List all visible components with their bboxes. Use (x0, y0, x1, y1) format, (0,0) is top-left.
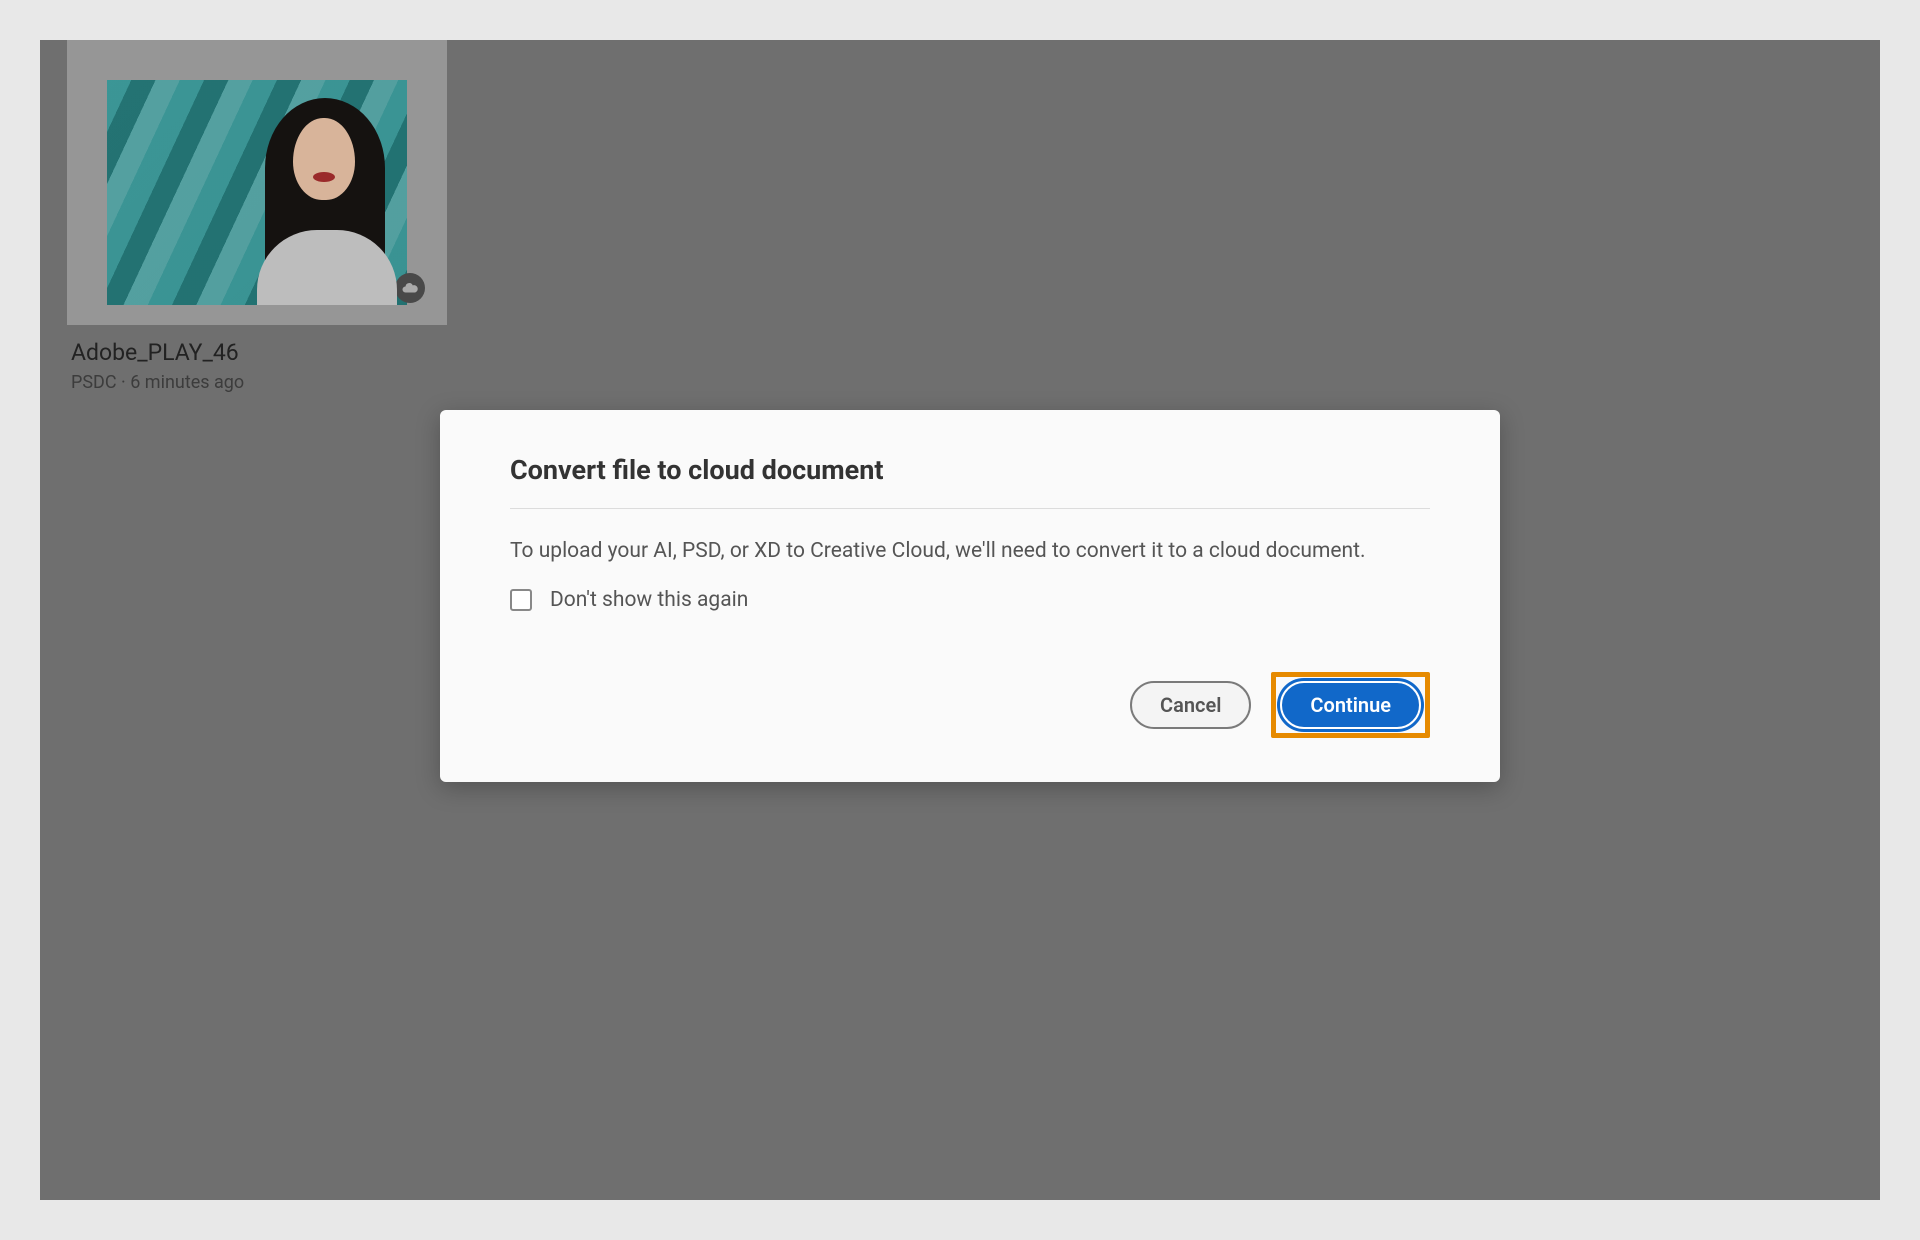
dialog-button-row: Cancel Continue (510, 672, 1430, 738)
dont-show-checkbox[interactable] (510, 589, 532, 611)
dialog-title: Convert file to cloud document (510, 454, 1430, 486)
continue-highlight: Continue (1271, 672, 1430, 738)
convert-dialog: Convert file to cloud document To upload… (440, 410, 1500, 782)
continue-button[interactable]: Continue (1280, 681, 1421, 729)
dont-show-label[interactable]: Don't show this again (550, 588, 748, 612)
app-canvas: Adobe_PLAY_46 PSDC · 6 minutes ago Conve… (40, 40, 1880, 1200)
dialog-body-text: To upload your AI, PSD, or XD to Creativ… (510, 537, 1430, 566)
dont-show-row: Don't show this again (510, 588, 1430, 612)
cancel-button[interactable]: Cancel (1130, 681, 1251, 729)
dialog-divider (510, 508, 1430, 509)
